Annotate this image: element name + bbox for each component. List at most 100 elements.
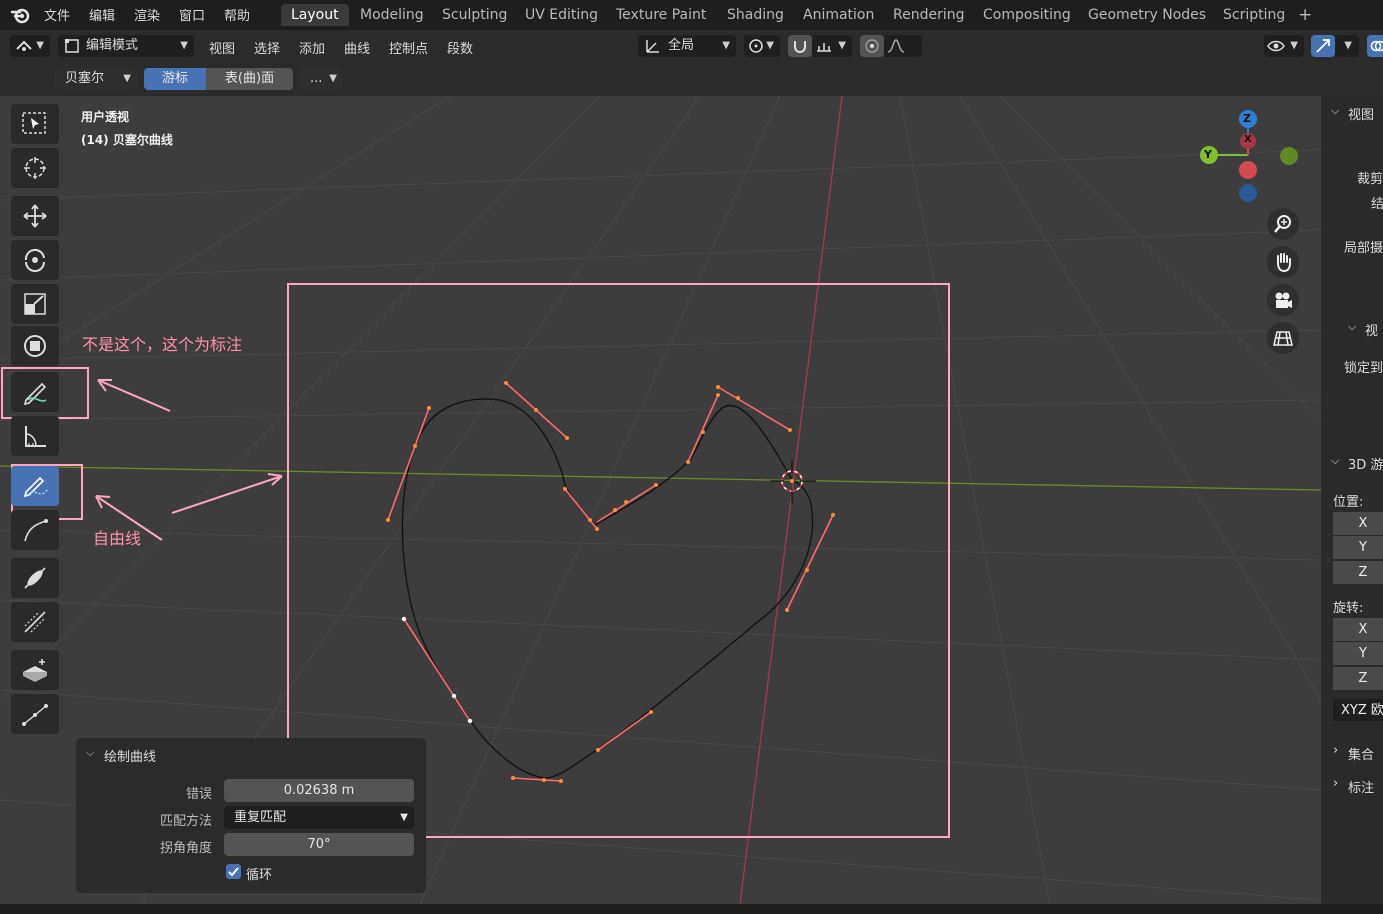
depth-cursor-option[interactable]: 游标 bbox=[144, 68, 206, 90]
blender-logo-icon[interactable] bbox=[10, 4, 32, 26]
measure-tool[interactable] bbox=[11, 416, 59, 456]
add-workspace-button[interactable]: + bbox=[1288, 4, 1322, 26]
extrude-icon bbox=[23, 659, 47, 682]
chevron-right-icon[interactable]: › bbox=[1333, 743, 1338, 758]
clip-end-label: 结 bbox=[1371, 197, 1383, 212]
mode-selector[interactable]: 编辑模式 ▼ bbox=[58, 35, 194, 57]
lock-to-label: 锁定到 bbox=[1344, 361, 1383, 376]
menu-file[interactable]: 文件 bbox=[44, 5, 70, 24]
more-options-button[interactable]: ... ▼ bbox=[300, 68, 343, 90]
edit-mode-icon bbox=[65, 39, 79, 53]
section-view-lock[interactable]: 视 bbox=[1365, 320, 1378, 339]
chevron-down-icon[interactable]: ⌵ bbox=[86, 746, 94, 760]
editor-type-button[interactable]: ▼ bbox=[10, 35, 50, 57]
randomize-tool[interactable] bbox=[11, 694, 59, 734]
corner-angle-label: 拐角角度 bbox=[159, 841, 212, 856]
corner-angle-field[interactable]: 70° bbox=[224, 833, 414, 856]
pen-tool[interactable] bbox=[11, 510, 59, 550]
cyclic-label[interactable]: 循环 bbox=[246, 864, 272, 883]
visibility-button[interactable]: ▼ bbox=[1264, 35, 1304, 57]
overlay-toggle[interactable] bbox=[1367, 35, 1383, 57]
grid-icon bbox=[1273, 331, 1293, 346]
fit-method-dropdown[interactable]: 重复匹配 ▼ bbox=[224, 806, 414, 829]
tab-modeling[interactable]: Modeling bbox=[350, 4, 434, 26]
gizmo-x-label[interactable]: X bbox=[1244, 134, 1252, 145]
rotation-mode-dropdown[interactable]: XYZ 欧 bbox=[1333, 699, 1383, 722]
move-tool[interactable] bbox=[11, 196, 59, 236]
chevron-down-icon[interactable]: ⌵ bbox=[1331, 454, 1339, 468]
zoom-icon bbox=[1274, 215, 1291, 233]
cursor-tool[interactable] bbox=[11, 148, 59, 188]
cursor-location-y[interactable]: Y bbox=[1333, 536, 1383, 560]
section-annotation[interactable]: 标注 bbox=[1348, 777, 1374, 796]
cursor-rotation-y[interactable]: Y bbox=[1333, 642, 1383, 666]
select-box-tool[interactable] bbox=[11, 104, 59, 144]
pan-button[interactable] bbox=[1267, 246, 1299, 278]
ortho-toggle-button[interactable] bbox=[1267, 322, 1299, 354]
menu-select[interactable]: 选择 bbox=[254, 38, 280, 57]
transform-orientation-selector[interactable]: 全局 ▼ bbox=[638, 35, 736, 57]
tab-texture-paint[interactable]: Texture Paint bbox=[606, 4, 716, 26]
tab-animation[interactable]: Animation bbox=[793, 4, 884, 26]
tab-geometry-nodes[interactable]: Geometry Nodes bbox=[1078, 4, 1216, 26]
gizmo-toggle[interactable] bbox=[1311, 35, 1335, 57]
curve-type-label: 贝塞尔 bbox=[65, 71, 105, 86]
section-collection[interactable]: 集合 bbox=[1348, 744, 1374, 763]
zoom-button[interactable] bbox=[1267, 208, 1299, 240]
menu-segments[interactable]: 段数 bbox=[447, 38, 473, 57]
tab-sculpting[interactable]: Sculpting bbox=[432, 4, 517, 26]
gizmo-z-label[interactable]: Z bbox=[1243, 112, 1251, 125]
chevron-down-icon[interactable]: ⌵ bbox=[1331, 104, 1339, 118]
gizmo-dropdown[interactable]: ▼ bbox=[1335, 35, 1359, 57]
mode-label: 编辑模式 bbox=[86, 38, 139, 53]
transform-tool[interactable] bbox=[11, 326, 59, 366]
scale-tool[interactable] bbox=[11, 284, 59, 324]
rotate-tool[interactable] bbox=[11, 240, 59, 280]
cursor-rotation-z[interactable]: Z bbox=[1333, 667, 1383, 691]
snap-target-button[interactable]: ▼ bbox=[812, 35, 852, 57]
chevron-right-icon[interactable]: › bbox=[1333, 776, 1338, 791]
draw-freehand-tool[interactable] bbox=[11, 466, 59, 506]
gizmo-y-label[interactable]: Y bbox=[1204, 148, 1212, 161]
tab-uv-editing[interactable]: UV Editing bbox=[515, 4, 608, 26]
menu-curve[interactable]: 曲线 bbox=[344, 38, 370, 57]
tool-settings-header: 贝塞尔 ▼ 游标 表(曲)面 ... ▼ bbox=[0, 63, 1383, 96]
falloff-curve-icon bbox=[887, 39, 905, 53]
camera-view-button[interactable] bbox=[1267, 284, 1299, 316]
menu-help[interactable]: 帮助 bbox=[224, 5, 250, 24]
menu-view[interactable]: 视图 bbox=[209, 38, 235, 57]
menu-edit[interactable]: 编辑 bbox=[89, 5, 115, 24]
cursor-rotation-x[interactable]: X bbox=[1333, 618, 1383, 642]
annotate-tool[interactable] bbox=[11, 372, 59, 412]
section-view[interactable]: 视图 bbox=[1348, 104, 1374, 123]
tilt-tool[interactable] bbox=[11, 558, 59, 598]
draw-curve-icon bbox=[23, 476, 48, 498]
pivot-point-button[interactable]: ▼ bbox=[744, 35, 780, 57]
chevron-down-icon: ▼ bbox=[722, 40, 730, 51]
curve-type-selector[interactable]: 贝塞尔 ▼ bbox=[55, 68, 137, 90]
redo-panel-title[interactable]: 绘制曲线 bbox=[104, 746, 156, 765]
cursor-location-x[interactable]: X bbox=[1333, 512, 1383, 536]
proportional-falloff-button[interactable] bbox=[884, 35, 922, 57]
menu-control-points[interactable]: 控制点 bbox=[389, 38, 428, 57]
tab-compositing[interactable]: Compositing bbox=[973, 4, 1081, 26]
tab-layout[interactable]: Layout bbox=[281, 4, 349, 26]
menu-render[interactable]: 渲染 bbox=[134, 5, 160, 24]
extrude-tool[interactable] bbox=[11, 650, 59, 690]
tab-shading[interactable]: Shading bbox=[717, 4, 794, 26]
cyclic-checkbox[interactable] bbox=[226, 864, 241, 879]
section-3d-cursor[interactable]: 3D 游 bbox=[1348, 454, 1383, 473]
depth-surface-option[interactable]: 表(曲)面 bbox=[206, 68, 293, 90]
menu-add[interactable]: 添加 bbox=[299, 38, 325, 57]
tab-scripting[interactable]: Scripting bbox=[1213, 4, 1295, 26]
chevron-down-icon[interactable]: ⌵ bbox=[1348, 320, 1356, 334]
menu-window[interactable]: 窗口 bbox=[179, 5, 205, 24]
radius-tool[interactable] bbox=[11, 602, 59, 642]
tab-rendering[interactable]: Rendering bbox=[883, 4, 975, 26]
cursor-location-z[interactable]: Z bbox=[1333, 561, 1383, 585]
error-field[interactable]: 0.02638 m bbox=[224, 779, 414, 802]
proportional-icon bbox=[865, 39, 879, 53]
proportional-edit-toggle[interactable] bbox=[860, 35, 884, 57]
snap-toggle[interactable] bbox=[788, 35, 812, 57]
chevron-down-icon: ▼ bbox=[329, 73, 337, 84]
